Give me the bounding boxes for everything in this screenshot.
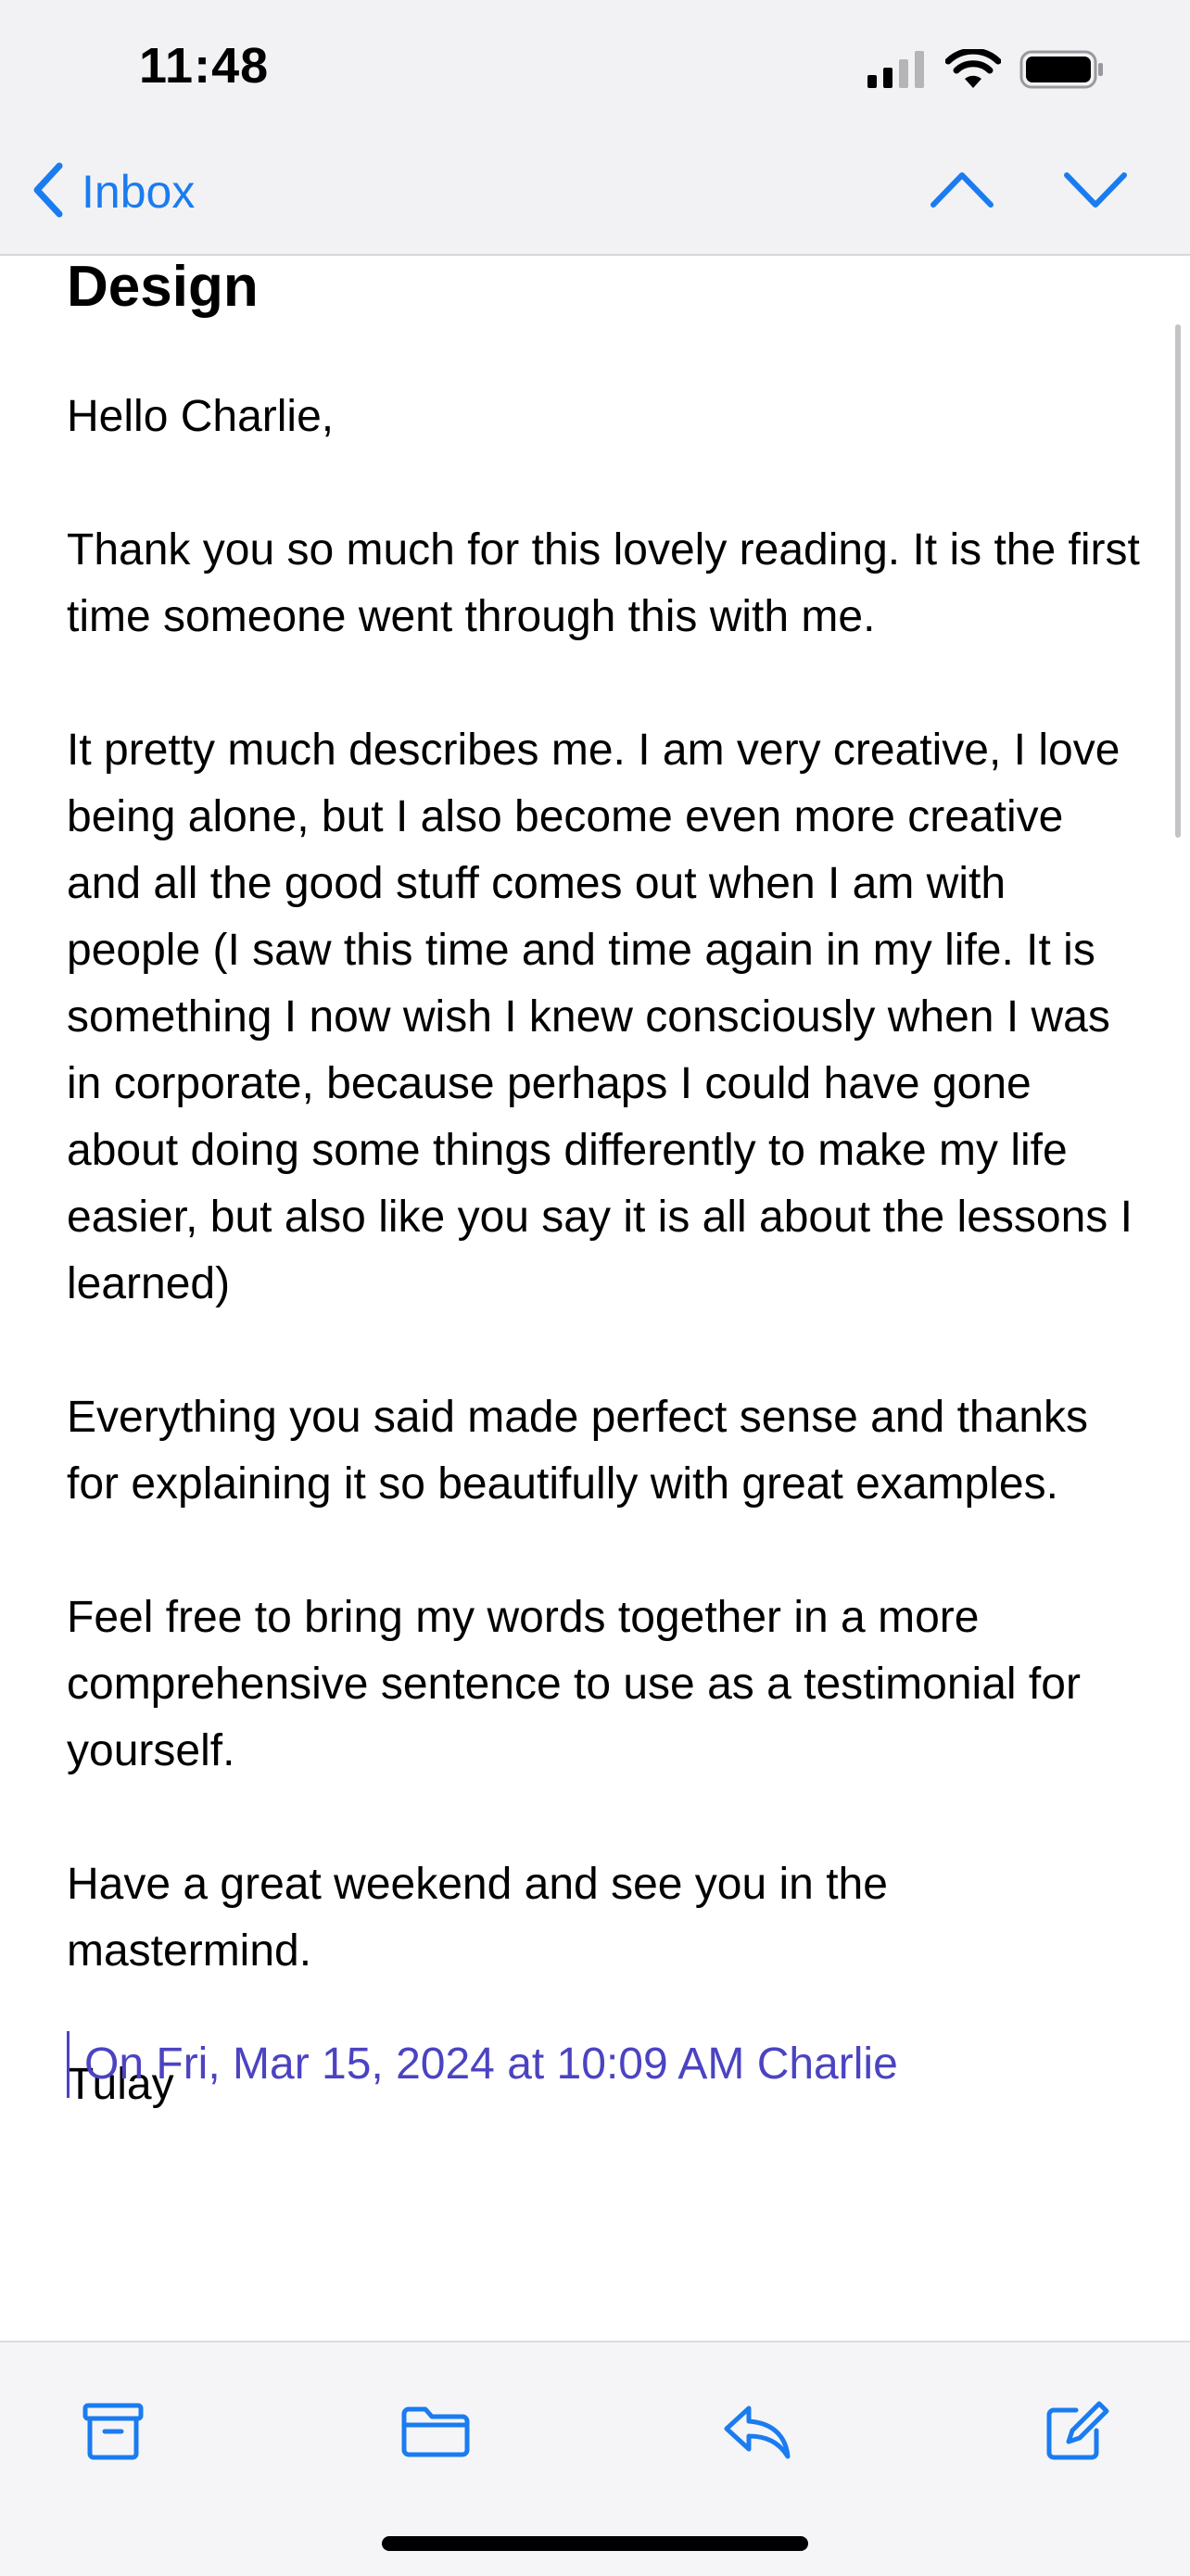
previous-message-button[interactable]: [925, 161, 999, 222]
status-bar: 11:48: [0, 0, 1190, 139]
body-paragraph: Have a great weekend and see you in the …: [67, 1860, 888, 1976]
archive-button[interactable]: [67, 2387, 159, 2480]
email-content[interactable]: Design Hello Charlie, Thank you so much …: [0, 256, 1190, 2341]
home-indicator[interactable]: [382, 2536, 808, 2551]
status-time: 11:48: [139, 38, 270, 94]
back-to-inbox-button[interactable]: Inbox: [32, 161, 195, 222]
reply-icon: [721, 2403, 791, 2465]
wifi-icon: [944, 47, 1002, 95]
email-body: Hello Charlie, Thank you so much for thi…: [67, 384, 1142, 2185]
chevron-left-icon: [32, 162, 65, 222]
archive-icon: [82, 2403, 144, 2465]
body-paragraph: Thank you so much for this lovely readin…: [67, 525, 1140, 641]
reply-button[interactable]: [710, 2387, 803, 2480]
status-icons: [867, 47, 1105, 95]
battery-icon: [1019, 49, 1105, 95]
body-paragraph: It pretty much describes me. I am very c…: [67, 726, 1133, 1308]
body-paragraph: Feel free to bring my words together in …: [67, 1593, 1081, 1775]
chevron-down-icon: [1063, 170, 1128, 215]
cellular-signal-icon: [867, 50, 927, 93]
next-message-button[interactable]: [1058, 161, 1133, 222]
chevron-up-icon: [930, 170, 994, 215]
compose-icon: [1044, 2401, 1109, 2467]
body-paragraph: Everything you said made perfect sense a…: [67, 1393, 1088, 1509]
navigation-bar: Inbox: [0, 139, 1190, 256]
quote-header: On Fri, Mar 15, 2024 at 10:09 AM Charlie: [84, 2039, 898, 2089]
body-paragraph: Hello Charlie,: [67, 392, 335, 441]
compose-button[interactable]: [1031, 2387, 1123, 2480]
folder-icon: [400, 2405, 471, 2463]
back-label: Inbox: [82, 166, 196, 218]
email-subject: Design: [67, 256, 259, 319]
move-to-folder-button[interactable]: [389, 2387, 482, 2480]
quoted-message: On Fri, Mar 15, 2024 at 10:09 AM Charlie: [67, 2031, 1159, 2098]
scroll-indicator[interactable]: [1175, 324, 1181, 838]
